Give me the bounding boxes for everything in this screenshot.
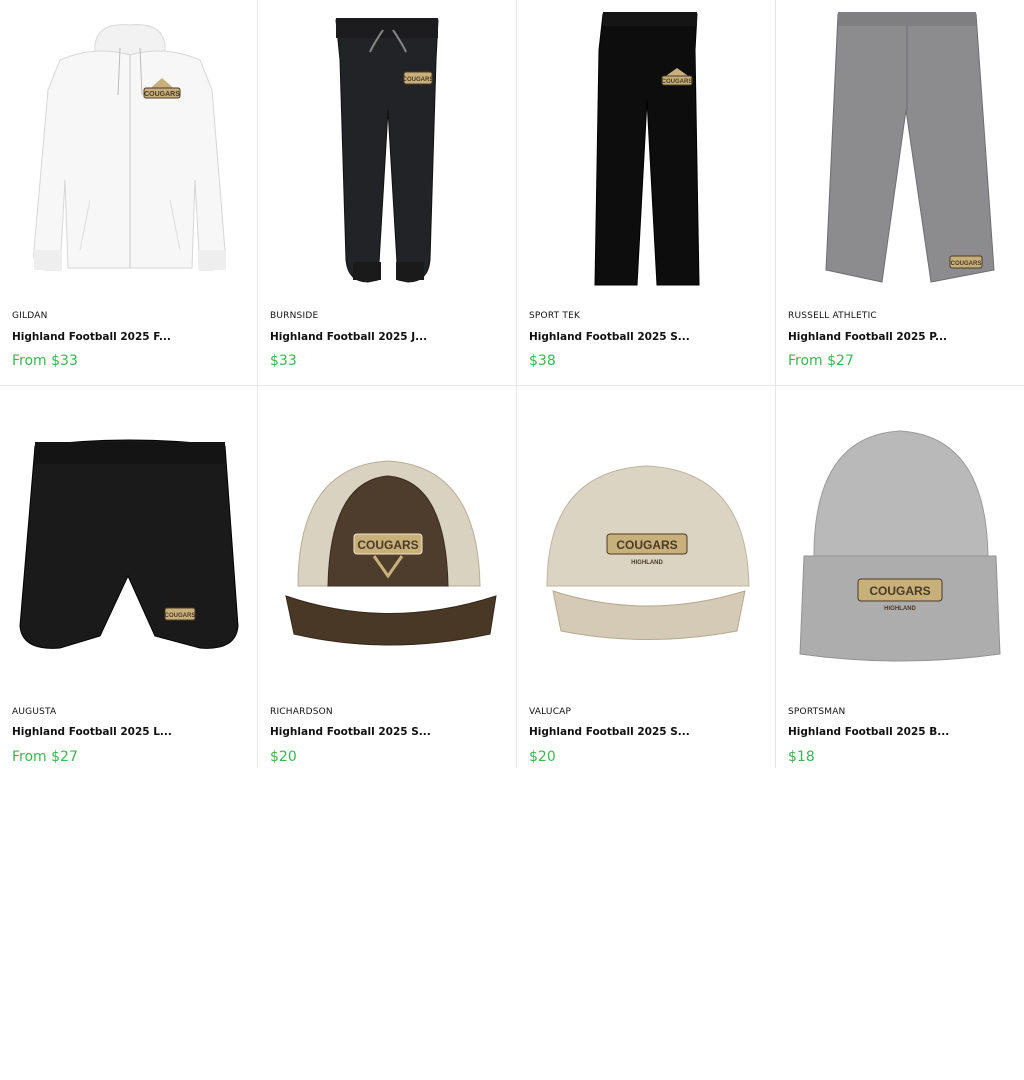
- product-title[interactable]: Highland Football 2025 B...: [788, 726, 949, 738]
- product-card[interactable]: COUGARS AUGUSTA Highland Football 2025 L…: [0, 386, 258, 768]
- product-title[interactable]: Highland Football 2025 S...: [270, 726, 431, 738]
- logo-text: COUGARS: [662, 79, 693, 85]
- product-card[interactable]: COUGARS RUSSELL ATHLETIC Highland Footba…: [776, 0, 1024, 386]
- product-brand: RUSSELL ATHLETIC: [788, 311, 877, 321]
- product-brand: GILDAN: [12, 311, 48, 321]
- product-card[interactable]: COUGARS BURNSIDE Highland Football 2025 …: [258, 0, 517, 386]
- logo-text: COUGARS: [165, 613, 196, 619]
- product-title[interactable]: Highland Football 2025 F...: [12, 331, 171, 343]
- product-card[interactable]: COUGARS HIGHLAND SPORTSMAN Highland Foot…: [776, 386, 1024, 768]
- product-image-gray-shorts[interactable]: COUGARS: [776, 0, 1024, 300]
- product-title[interactable]: Highland Football 2025 P...: [788, 331, 947, 343]
- logo-text: COUGARS: [616, 538, 677, 552]
- logo-text: COUGARS: [951, 261, 982, 267]
- product-brand: RICHARDSON: [270, 707, 333, 717]
- product-price: From $27: [12, 749, 78, 765]
- logo-text: COUGARS: [357, 538, 418, 552]
- product-brand: SPORT TEK: [529, 311, 581, 321]
- product-price: $20: [270, 749, 297, 765]
- product-image-sweatpants[interactable]: COUGARS: [517, 0, 775, 300]
- logo-text: COUGARS: [144, 91, 180, 98]
- product-image-joggers[interactable]: COUGARS: [258, 0, 516, 300]
- product-brand: AUGUSTA: [12, 707, 57, 717]
- product-card[interactable]: COUGARS GILDAN Highland Football 2025 F.…: [0, 0, 258, 386]
- product-image-hoodie[interactable]: COUGARS: [0, 0, 257, 300]
- product-price: $38: [529, 353, 556, 369]
- product-brand: BURNSIDE: [270, 311, 319, 321]
- product-card[interactable]: COUGARS RICHARDSON Highland Football 202…: [258, 386, 517, 768]
- logo-subtext: HIGHLAND: [631, 560, 663, 566]
- product-title[interactable]: Highland Football 2025 J...: [270, 331, 427, 343]
- product-card[interactable]: COUGARS SPORT TEK Highland Football 2025…: [517, 0, 776, 386]
- product-price: $18: [788, 749, 815, 765]
- product-price: $20: [529, 749, 556, 765]
- product-grid: COUGARS GILDAN Highland Football 2025 F.…: [0, 0, 1024, 768]
- product-title[interactable]: Highland Football 2025 S...: [529, 331, 690, 343]
- product-price: $33: [270, 353, 297, 369]
- product-brand: SPORTSMAN: [788, 707, 846, 717]
- product-price: From $33: [12, 353, 78, 369]
- product-brand: VALUCAP: [529, 707, 572, 717]
- product-price: From $27: [788, 353, 854, 369]
- product-title[interactable]: Highland Football 2025 S...: [529, 726, 690, 738]
- product-card[interactable]: COUGARS HIGHLAND VALUCAP Highland Footba…: [517, 386, 776, 768]
- logo-text: COUGARS: [403, 77, 434, 83]
- logo-subtext: HIGHLAND: [884, 606, 916, 612]
- product-title[interactable]: Highland Football 2025 L...: [12, 726, 172, 738]
- logo-text: COUGARS: [869, 584, 930, 598]
